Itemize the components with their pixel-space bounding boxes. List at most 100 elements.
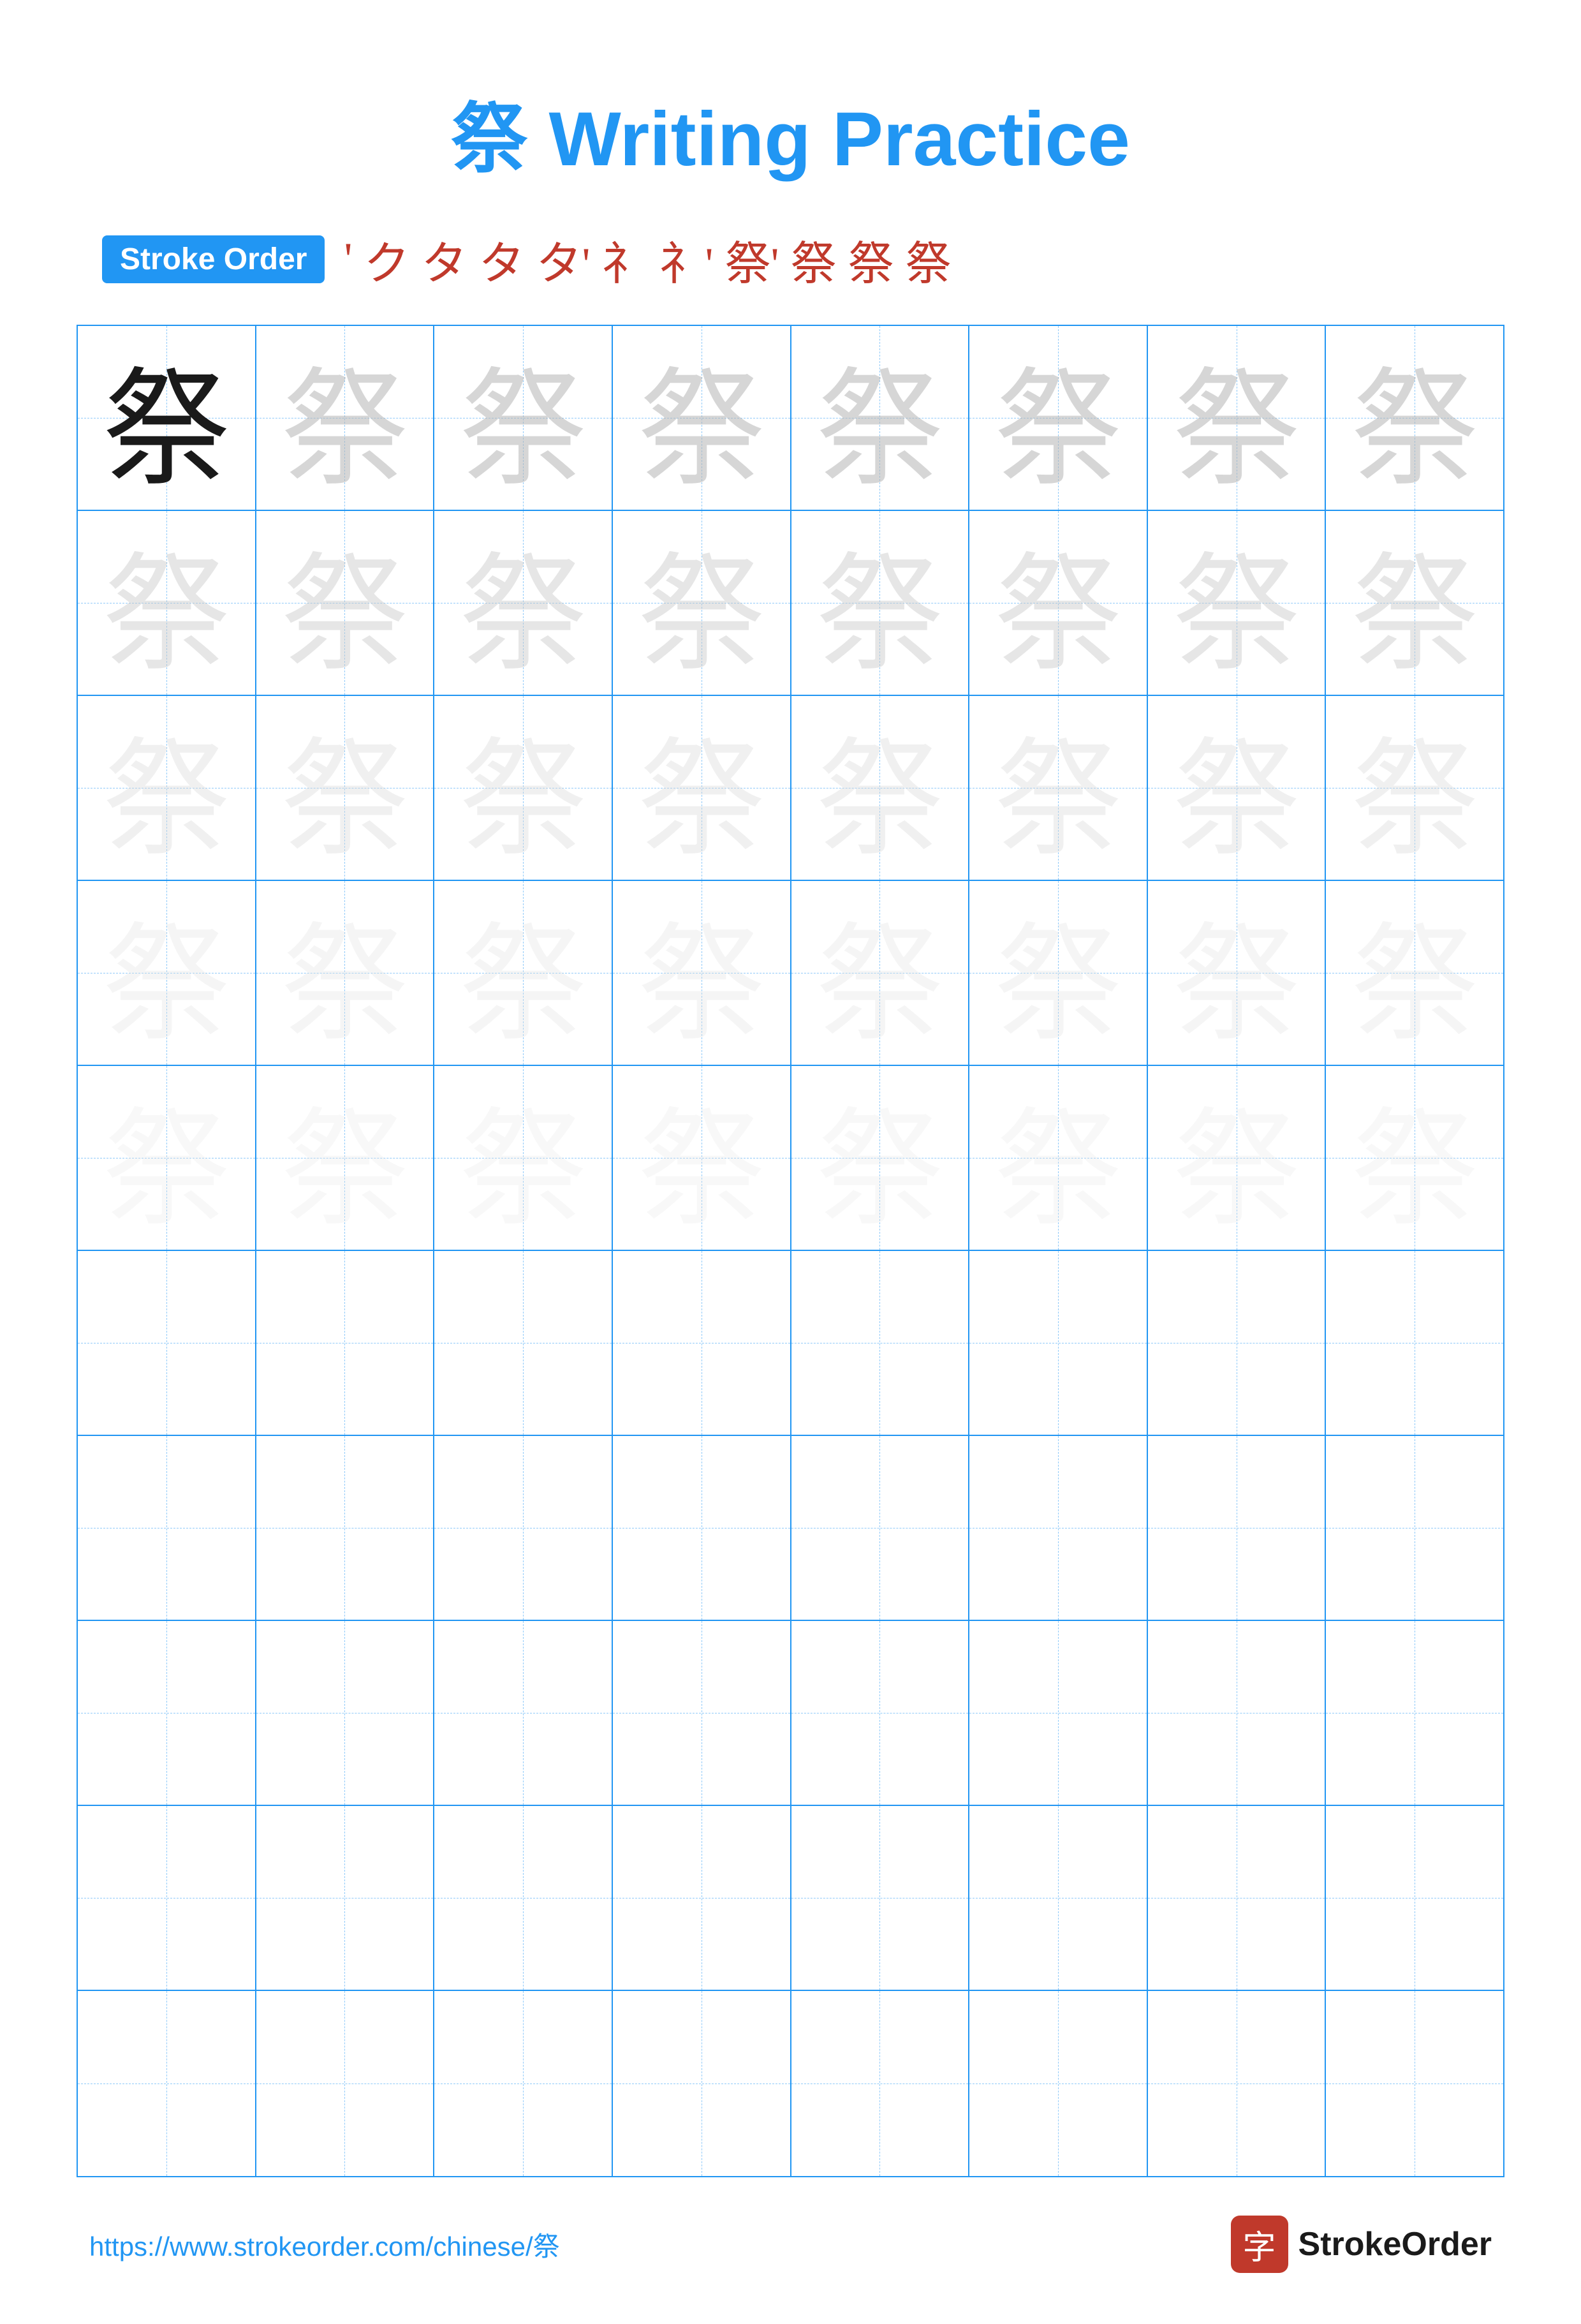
grid-cell[interactable]: 祭 bbox=[1148, 696, 1327, 881]
grid-cell[interactable]: 祭 bbox=[1326, 696, 1503, 881]
grid-cell[interactable]: 祭 bbox=[791, 511, 970, 696]
grid-cell[interactable]: 祭 bbox=[256, 326, 435, 511]
grid-cell-empty[interactable] bbox=[613, 1991, 791, 2176]
practice-char: 祭 bbox=[1351, 326, 1478, 510]
grid-cell[interactable]: 祭 bbox=[78, 511, 256, 696]
grid-cell[interactable]: 祭 bbox=[434, 511, 613, 696]
grid-cell-empty[interactable] bbox=[969, 1806, 1148, 1991]
grid-cell[interactable]: 祭 bbox=[613, 326, 791, 511]
grid-cell-empty[interactable] bbox=[78, 1806, 256, 1991]
practice-char: 祭 bbox=[459, 1066, 587, 1250]
grid-cell[interactable]: 祭 bbox=[434, 1066, 613, 1251]
grid-cell-empty[interactable] bbox=[1326, 1436, 1503, 1621]
grid-cell[interactable]: 祭 bbox=[78, 1066, 256, 1251]
grid-cell[interactable]: 祭 bbox=[78, 696, 256, 881]
grid-cell-empty[interactable] bbox=[256, 1991, 435, 2176]
grid-cell-empty[interactable] bbox=[1326, 1806, 1503, 1991]
grid-cell[interactable]: 祭 bbox=[1148, 326, 1327, 511]
grid-cell[interactable]: 祭 bbox=[1326, 326, 1503, 511]
grid-cell-empty[interactable] bbox=[256, 1436, 435, 1621]
grid-cell[interactable]: 祭 bbox=[613, 1066, 791, 1251]
grid-cell[interactable]: 祭 bbox=[791, 1066, 970, 1251]
grid-cell[interactable]: 祭 bbox=[791, 326, 970, 511]
grid-cell[interactable]: 祭 bbox=[613, 881, 791, 1066]
grid-cell-empty[interactable] bbox=[613, 1621, 791, 1806]
grid-cell[interactable]: 祭 bbox=[791, 881, 970, 1066]
practice-char: 祭 bbox=[281, 881, 408, 1065]
grid-cell-empty[interactable] bbox=[969, 1436, 1148, 1621]
grid-cell-empty[interactable] bbox=[1148, 1991, 1327, 2176]
grid-row-empty bbox=[78, 1436, 1503, 1621]
footer-logo-icon: 字 bbox=[1231, 2216, 1288, 2273]
practice-char-dark: 祭 bbox=[103, 326, 230, 510]
grid-cell-empty[interactable] bbox=[791, 1251, 970, 1436]
grid-cell[interactable]: 祭 bbox=[434, 696, 613, 881]
practice-char: 祭 bbox=[459, 326, 587, 510]
grid-cell-empty[interactable] bbox=[969, 1251, 1148, 1436]
practice-char: 祭 bbox=[638, 1066, 765, 1250]
grid-cell-empty[interactable] bbox=[78, 1436, 256, 1621]
grid-cell[interactable]: 祭 bbox=[256, 1066, 435, 1251]
grid-cell[interactable]: 祭 bbox=[969, 326, 1148, 511]
grid-cell-empty[interactable] bbox=[434, 1806, 613, 1991]
grid-cell-empty[interactable] bbox=[434, 1251, 613, 1436]
grid-cell[interactable]: 祭 bbox=[613, 511, 791, 696]
grid-cell-empty[interactable] bbox=[969, 1991, 1148, 2176]
grid-cell[interactable]: 祭 bbox=[434, 881, 613, 1066]
practice-char: 祭 bbox=[1351, 696, 1478, 880]
grid-cell-empty[interactable] bbox=[1148, 1806, 1327, 1991]
grid-cell[interactable]: 祭 bbox=[256, 511, 435, 696]
grid-cell[interactable]: 祭 bbox=[78, 326, 256, 511]
grid-cell[interactable]: 祭 bbox=[434, 326, 613, 511]
grid-cell-empty[interactable] bbox=[434, 1436, 613, 1621]
grid-cell-empty[interactable] bbox=[791, 1806, 970, 1991]
grid-cell-empty[interactable] bbox=[613, 1251, 791, 1436]
grid-cell-empty[interactable] bbox=[1326, 1251, 1503, 1436]
grid-cell-empty[interactable] bbox=[256, 1251, 435, 1436]
practice-char: 祭 bbox=[1173, 1066, 1300, 1250]
grid-cell[interactable]: 祭 bbox=[791, 696, 970, 881]
grid-cell-empty[interactable] bbox=[613, 1806, 791, 1991]
stroke-order-row: Stroke Order ' ク タ タ タ' 礻 礻' 祭' 祭 祭 祭 bbox=[102, 226, 951, 293]
grid-cell-empty[interactable] bbox=[791, 1991, 970, 2176]
grid-cell[interactable]: 祭 bbox=[256, 881, 435, 1066]
grid-cell[interactable]: 祭 bbox=[1148, 1066, 1327, 1251]
grid-cell[interactable]: 祭 bbox=[613, 696, 791, 881]
footer-logo: 字 StrokeOrder bbox=[1231, 2216, 1492, 2273]
grid-cell-empty[interactable] bbox=[1326, 1991, 1503, 2176]
grid-cell[interactable]: 祭 bbox=[256, 696, 435, 881]
grid-cell[interactable]: 祭 bbox=[1326, 511, 1503, 696]
practice-char: 祭 bbox=[281, 1066, 408, 1250]
grid-cell[interactable]: 祭 bbox=[78, 881, 256, 1066]
practice-char: 祭 bbox=[1173, 881, 1300, 1065]
grid-cell-empty[interactable] bbox=[256, 1806, 435, 1991]
grid-cell-empty[interactable] bbox=[434, 1621, 613, 1806]
grid-cell-empty[interactable] bbox=[78, 1251, 256, 1436]
practice-char: 祭 bbox=[281, 696, 408, 880]
grid-cell-empty[interactable] bbox=[434, 1991, 613, 2176]
grid-cell[interactable]: 祭 bbox=[1326, 1066, 1503, 1251]
grid-cell-empty[interactable] bbox=[1148, 1436, 1327, 1621]
practice-char: 祭 bbox=[638, 696, 765, 880]
grid-cell-empty[interactable] bbox=[613, 1436, 791, 1621]
grid-cell-empty[interactable] bbox=[791, 1621, 970, 1806]
footer-url[interactable]: https://www.strokeorder.com/chinese/祭 bbox=[89, 2225, 560, 2264]
grid-cell[interactable]: 祭 bbox=[1148, 511, 1327, 696]
grid-cell[interactable]: 祭 bbox=[969, 881, 1148, 1066]
grid-cell[interactable]: 祭 bbox=[969, 696, 1148, 881]
grid-cell[interactable]: 祭 bbox=[969, 1066, 1148, 1251]
grid-cell-empty[interactable] bbox=[256, 1621, 435, 1806]
grid-cell[interactable]: 祭 bbox=[1326, 881, 1503, 1066]
practice-grid: 祭 祭 祭 祭 祭 祭 祭 祭 bbox=[77, 325, 1504, 2177]
grid-cell-empty[interactable] bbox=[78, 1991, 256, 2176]
grid-cell-empty[interactable] bbox=[969, 1621, 1148, 1806]
practice-char: 祭 bbox=[994, 696, 1122, 880]
grid-cell[interactable]: 祭 bbox=[1148, 881, 1327, 1066]
grid-cell-empty[interactable] bbox=[78, 1621, 256, 1806]
grid-cell-empty[interactable] bbox=[1326, 1621, 1503, 1806]
grid-cell-empty[interactable] bbox=[1148, 1621, 1327, 1806]
practice-char: 祭 bbox=[103, 511, 230, 695]
grid-cell[interactable]: 祭 bbox=[969, 511, 1148, 696]
grid-cell-empty[interactable] bbox=[791, 1436, 970, 1621]
grid-cell-empty[interactable] bbox=[1148, 1251, 1327, 1436]
